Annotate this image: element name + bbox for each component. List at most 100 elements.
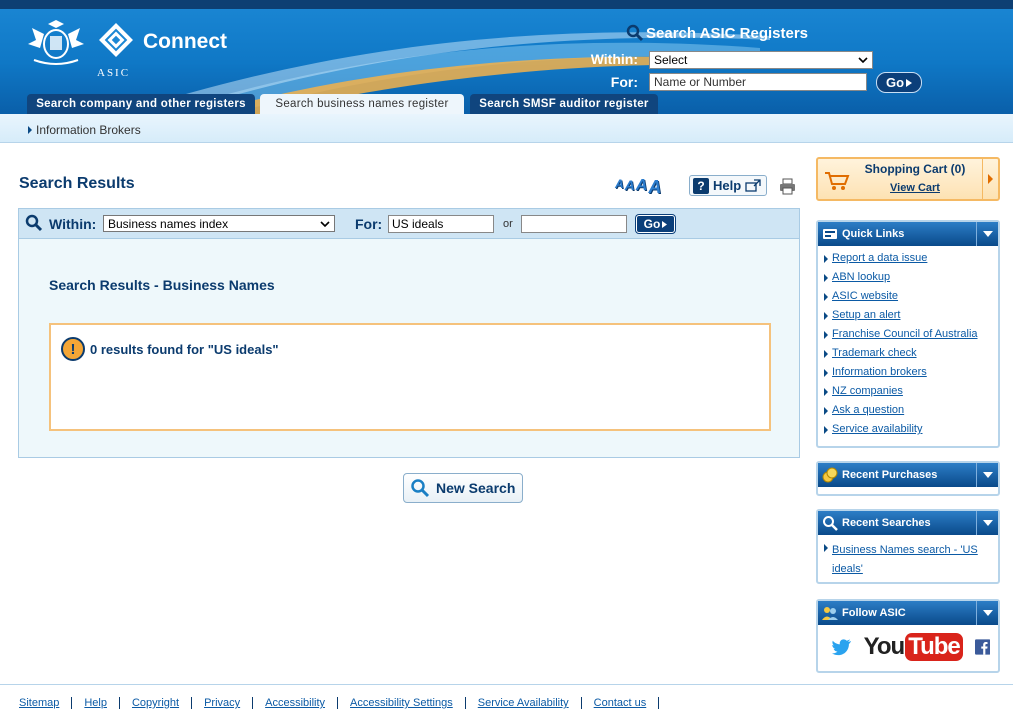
- footer-links: Sitemap Help Copyright Privacy Accessibility…: [19, 697, 660, 709]
- help-label: Help: [713, 178, 742, 193]
- font-size-xlarge[interactable]: A: [648, 177, 661, 198]
- footer-link[interactable]: Accessibility: [265, 697, 325, 709]
- twitter-icon[interactable]: [832, 632, 852, 662]
- social-links: You Tube: [818, 625, 998, 671]
- search-title-text: Search ASIC Registers: [646, 24, 809, 42]
- header-go-button[interactable]: Go: [876, 72, 922, 93]
- font-size-large[interactable]: A: [636, 177, 648, 198]
- quick-link-item: Trademark check: [824, 347, 998, 360]
- footer-divider: [0, 684, 1013, 685]
- footer-link[interactable]: Copyright: [132, 697, 179, 709]
- org-name: ASIC: [97, 67, 131, 79]
- quick-link-item: Setup an alert: [824, 309, 998, 322]
- follow-asic-header: Follow ASIC: [818, 601, 998, 625]
- chevron-down-icon: [320, 220, 330, 227]
- quick-link[interactable]: Trademark check: [832, 347, 917, 360]
- tab-smsf-auditor[interactable]: Search SMSF auditor register: [470, 94, 658, 114]
- external-window-icon: [745, 178, 761, 192]
- chevron-right-icon: [824, 255, 828, 263]
- header-within-value: Select: [654, 53, 688, 67]
- footer-separator: [71, 697, 73, 709]
- search-input[interactable]: US ideals: [388, 215, 494, 233]
- recent-purchases-widget: Recent Purchases: [816, 461, 1000, 496]
- youtube-you: You: [863, 633, 906, 660]
- search-icon: [411, 479, 430, 498]
- quick-link-item: ABN lookup: [824, 271, 998, 284]
- quick-link-item: Franchise Council of Australia: [824, 328, 998, 341]
- within-select[interactable]: Business names index: [103, 215, 335, 232]
- quick-link-item: ASIC website: [824, 290, 998, 303]
- quick-link[interactable]: Report a data issue: [832, 252, 927, 265]
- help-button[interactable]: ? Help: [689, 175, 767, 196]
- or-label: or: [503, 218, 513, 230]
- footer-link[interactable]: Privacy: [204, 697, 240, 709]
- font-size-controls: A A A A: [615, 177, 661, 198]
- chevron-right-icon: [824, 407, 828, 415]
- font-size-small[interactable]: A: [615, 177, 624, 198]
- recent-searches-toggle[interactable]: [976, 511, 998, 535]
- recent-purchases-toggle[interactable]: [976, 463, 998, 487]
- chevron-right-icon: [824, 388, 828, 396]
- quick-links-title: Quick Links: [842, 228, 905, 240]
- recent-searches-header: Recent Searches: [818, 511, 998, 535]
- recent-search-link[interactable]: Business Names search - 'US ideals': [832, 541, 998, 579]
- chevron-right-icon: [28, 126, 32, 134]
- warning-icon: !: [61, 337, 85, 361]
- tab-company-registers[interactable]: Search company and other registers: [27, 94, 255, 114]
- subnav-information-brokers[interactable]: Information Brokers: [28, 123, 141, 137]
- recent-searches-title: Recent Searches: [842, 517, 931, 529]
- quick-link[interactable]: Service availability: [832, 423, 922, 436]
- links-icon: [823, 229, 837, 239]
- quick-link[interactable]: NZ companies: [832, 385, 903, 398]
- search-input-secondary[interactable]: [521, 215, 627, 233]
- footer-link[interactable]: Sitemap: [19, 697, 59, 709]
- header-within-select[interactable]: Select: [649, 51, 873, 69]
- facebook-icon[interactable]: [974, 633, 990, 661]
- page-title: Search Results: [19, 175, 135, 192]
- cart-expand-button[interactable]: [982, 159, 998, 199]
- footer-separator: [464, 697, 466, 709]
- youtube-icon[interactable]: You Tube: [864, 633, 963, 661]
- new-search-button[interactable]: New Search: [403, 473, 523, 503]
- quick-links-list: Report a data issue ABN lookup ASIC websit…: [818, 246, 998, 446]
- tab-business-names[interactable]: Search business names register: [260, 94, 464, 114]
- search-icon: [25, 214, 43, 232]
- arrow-right-icon: [906, 78, 913, 87]
- for-label: For:: [355, 216, 383, 232]
- quick-link[interactable]: ASIC website: [832, 290, 898, 303]
- go-button[interactable]: Go: [636, 215, 675, 233]
- footer-link[interactable]: Help: [84, 697, 107, 709]
- quick-link-item: Service availability: [824, 423, 998, 436]
- follow-asic-toggle[interactable]: [976, 601, 998, 625]
- footer-link[interactable]: Accessibility Settings: [350, 697, 453, 709]
- results-heading: Search Results - Business Names: [49, 277, 275, 293]
- cart-title: Shopping Cart (0): [864, 162, 966, 176]
- recent-searches-list: Business Names search - 'US ideals': [818, 535, 998, 589]
- results-panel: Search Results - Business Names ! 0 resu…: [18, 239, 800, 458]
- chevron-right-icon: [824, 369, 828, 377]
- list-item: Business Names search - 'US ideals': [824, 541, 998, 579]
- quick-link[interactable]: Information brokers: [832, 366, 927, 379]
- quick-link[interactable]: Franchise Council of Australia: [832, 328, 978, 341]
- footer-separator: [118, 697, 120, 709]
- print-icon[interactable]: [779, 178, 796, 195]
- footer-link[interactable]: Contact us: [594, 697, 647, 709]
- no-results-message: 0 results found for "US ideals": [90, 342, 279, 357]
- recent-searches-widget: Recent Searches Business Names search - …: [816, 509, 1000, 584]
- chevron-right-icon: [824, 331, 828, 339]
- header-search-input[interactable]: Name or Number: [649, 73, 867, 91]
- follow-asic-widget: Follow ASIC You Tube: [816, 599, 1000, 673]
- recent-purchases-title: Recent Purchases: [842, 469, 938, 481]
- quick-link[interactable]: ABN lookup: [832, 271, 890, 284]
- view-cart-link[interactable]: View Cart: [846, 182, 984, 194]
- quick-links-toggle[interactable]: [976, 222, 998, 246]
- font-size-medium[interactable]: A: [625, 177, 635, 198]
- footer-link[interactable]: Service Availability: [478, 697, 569, 709]
- quick-link[interactable]: Ask a question: [832, 404, 904, 417]
- quick-link-item: NZ companies: [824, 385, 998, 398]
- site-header: Connect ASIC Search ASIC Registers Withi…: [0, 0, 1013, 114]
- chevron-right-icon: [824, 274, 828, 282]
- quick-links-widget: Quick Links Report a data issue ABN looku…: [816, 220, 1000, 448]
- quick-link[interactable]: Setup an alert: [832, 309, 901, 322]
- search-icon: [823, 516, 838, 531]
